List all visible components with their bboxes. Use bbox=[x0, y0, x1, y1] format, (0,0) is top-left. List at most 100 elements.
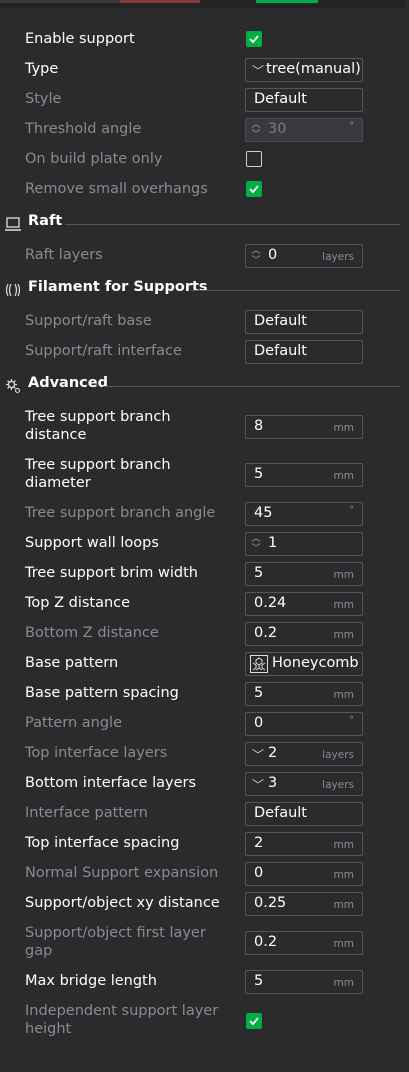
raft-base-select[interactable]: Default bbox=[245, 310, 363, 334]
top-z-input[interactable]: 0.24 mm bbox=[245, 592, 363, 616]
base-pattern-spacing-unit: mm bbox=[333, 689, 354, 701]
advanced-section-title: Advanced bbox=[28, 375, 108, 391]
top-z-label: Top Z distance bbox=[25, 595, 131, 611]
tab-strip bbox=[0, 0, 409, 8]
first-layer-gap-value: 0.2 bbox=[254, 934, 278, 950]
branch-diameter-input[interactable]: 5 mm bbox=[245, 463, 363, 487]
raft-section-title: Raft bbox=[28, 213, 63, 229]
chevron-down-icon[interactable]: ﹀ bbox=[252, 776, 264, 793]
bottom-z-input[interactable]: 0.2 mm bbox=[245, 622, 363, 646]
pattern-angle-input[interactable]: 0 ° bbox=[245, 712, 363, 736]
top-interface-layers-value: 2 bbox=[268, 745, 278, 761]
xy-distance-label: Support/object xy distance bbox=[25, 895, 220, 911]
max-bridge-length-unit: mm bbox=[333, 977, 354, 989]
base-pattern-value: Honeycomb bbox=[272, 655, 359, 671]
type-value: tree(manual) bbox=[266, 61, 361, 77]
base-pattern-spacing-label: Base pattern spacing bbox=[25, 685, 179, 701]
top-interface-layers-label: Top interface layers bbox=[25, 745, 168, 761]
scrollbar[interactable] bbox=[405, 0, 409, 1072]
raft-layers-label: Raft layers bbox=[25, 247, 103, 263]
base-pattern-select[interactable]: Honeycomb bbox=[245, 652, 363, 676]
branch-angle-label: Tree support branch angle bbox=[25, 505, 216, 521]
pattern-angle-value: 0 bbox=[254, 715, 264, 731]
branch-distance-label-l1: Tree support branch bbox=[25, 409, 171, 425]
bottom-z-value: 0.2 bbox=[254, 625, 278, 641]
type-select[interactable]: ﹀ tree(manual) bbox=[245, 58, 363, 82]
top-z-unit: mm bbox=[333, 599, 354, 611]
independent-layer-height-label-l1: Independent support layer bbox=[25, 1003, 219, 1019]
branch-distance-unit: mm bbox=[333, 422, 354, 434]
brim-width-input[interactable]: 5 mm bbox=[245, 562, 363, 586]
divider bbox=[103, 386, 400, 387]
bottom-interface-layers-combo[interactable]: ﹀ 3 layers bbox=[245, 772, 363, 796]
top-interface-layers-combo[interactable]: ﹀ 2 layers bbox=[245, 742, 363, 766]
wall-loops-spinbox[interactable]: ︿ ﹀ 1 bbox=[245, 532, 363, 556]
chevron-down-icon: ﹀ bbox=[252, 64, 265, 78]
remove-overhangs-checkbox[interactable] bbox=[246, 181, 262, 197]
raft-layers-spinbox[interactable]: ︿ ﹀ 0 layers bbox=[245, 244, 363, 268]
support-expansion-input[interactable]: 0 mm bbox=[245, 862, 363, 886]
build-plate-only-checkbox[interactable] bbox=[246, 151, 262, 167]
interface-pattern-select[interactable]: Default bbox=[245, 802, 363, 826]
raft-layers-value: 0 bbox=[268, 247, 278, 263]
tab-edge-warning bbox=[120, 0, 200, 3]
top-interface-spacing-input[interactable]: 2 mm bbox=[245, 832, 363, 856]
raft-base-label: Support/raft base bbox=[25, 313, 152, 329]
top-z-value: 0.24 bbox=[254, 595, 287, 611]
spin-arrows-icon[interactable]: ︿ ﹀ bbox=[251, 120, 261, 140]
filament-icon bbox=[5, 283, 21, 297]
base-pattern-spacing-input[interactable]: 5 mm bbox=[245, 682, 363, 706]
gear-icon bbox=[6, 379, 21, 394]
filament-section-title: Filament for Supports bbox=[28, 279, 208, 295]
raft-layers-unit: layers bbox=[322, 251, 354, 263]
tab-edge bbox=[0, 0, 120, 3]
chevron-down-icon[interactable]: ﹀ bbox=[252, 746, 264, 763]
build-plate-only-label: On build plate only bbox=[25, 151, 163, 167]
threshold-angle-spinbox[interactable]: ︿ ﹀ 30 ° bbox=[245, 118, 363, 142]
branch-distance-input[interactable]: 8 mm bbox=[245, 415, 363, 439]
bottom-interface-layers-value: 3 bbox=[268, 775, 278, 791]
branch-angle-value: 45 bbox=[254, 505, 273, 521]
top-interface-spacing-label: Top interface spacing bbox=[25, 835, 180, 851]
support-expansion-value: 0 bbox=[254, 865, 264, 881]
spin-arrows-icon[interactable]: ︿ ﹀ bbox=[251, 534, 261, 554]
filament-section-header: Filament for Supports bbox=[5, 279, 400, 301]
raft-interface-select[interactable]: Default bbox=[245, 340, 363, 364]
independent-layer-height-label-l2: height bbox=[25, 1021, 72, 1037]
enable-support-label: Enable support bbox=[25, 31, 135, 47]
pattern-angle-unit: ° bbox=[349, 715, 354, 726]
spin-arrows-icon[interactable]: ︿ ﹀ bbox=[251, 246, 261, 266]
xy-distance-unit: mm bbox=[333, 899, 354, 911]
branch-diameter-label-l2: diameter bbox=[25, 475, 91, 491]
first-layer-gap-label-l1: Support/object first layer bbox=[25, 925, 206, 941]
checkmark-icon bbox=[249, 35, 259, 44]
raft-interface-value: Default bbox=[254, 343, 307, 359]
xy-distance-input[interactable]: 0.25 mm bbox=[245, 892, 363, 916]
checkmark-icon bbox=[249, 185, 259, 194]
enable-support-checkbox[interactable] bbox=[246, 31, 262, 47]
raft-interface-label: Support/raft interface bbox=[25, 343, 182, 359]
base-pattern-spacing-value: 5 bbox=[254, 685, 264, 701]
base-pattern-label: Base pattern bbox=[25, 655, 119, 671]
top-interface-layers-unit: layers bbox=[322, 749, 354, 761]
style-label: Style bbox=[25, 91, 62, 107]
independent-layer-height-checkbox[interactable] bbox=[246, 1013, 262, 1029]
max-bridge-length-input[interactable]: 5 mm bbox=[245, 970, 363, 994]
branch-distance-label-l2: distance bbox=[25, 427, 87, 443]
checkmark-icon bbox=[249, 1017, 259, 1026]
wall-loops-label: Support wall loops bbox=[25, 535, 159, 551]
brim-width-value: 5 bbox=[254, 565, 264, 581]
interface-pattern-value: Default bbox=[254, 805, 307, 821]
max-bridge-length-value: 5 bbox=[254, 973, 264, 989]
first-layer-gap-input[interactable]: 0.2 mm bbox=[245, 931, 363, 955]
threshold-angle-unit: ° bbox=[349, 121, 354, 132]
brim-width-label: Tree support brim width bbox=[25, 565, 198, 581]
xy-distance-value: 0.25 bbox=[254, 895, 287, 911]
style-select[interactable]: Default bbox=[245, 88, 363, 112]
branch-angle-input[interactable]: 45 ° bbox=[245, 502, 363, 526]
tab-support-active[interactable] bbox=[256, 0, 318, 3]
raft-section-header: Raft bbox=[5, 213, 400, 235]
divider bbox=[191, 290, 400, 291]
branch-diameter-label-l1: Tree support branch bbox=[25, 457, 171, 473]
threshold-angle-value: 30 bbox=[268, 121, 287, 137]
